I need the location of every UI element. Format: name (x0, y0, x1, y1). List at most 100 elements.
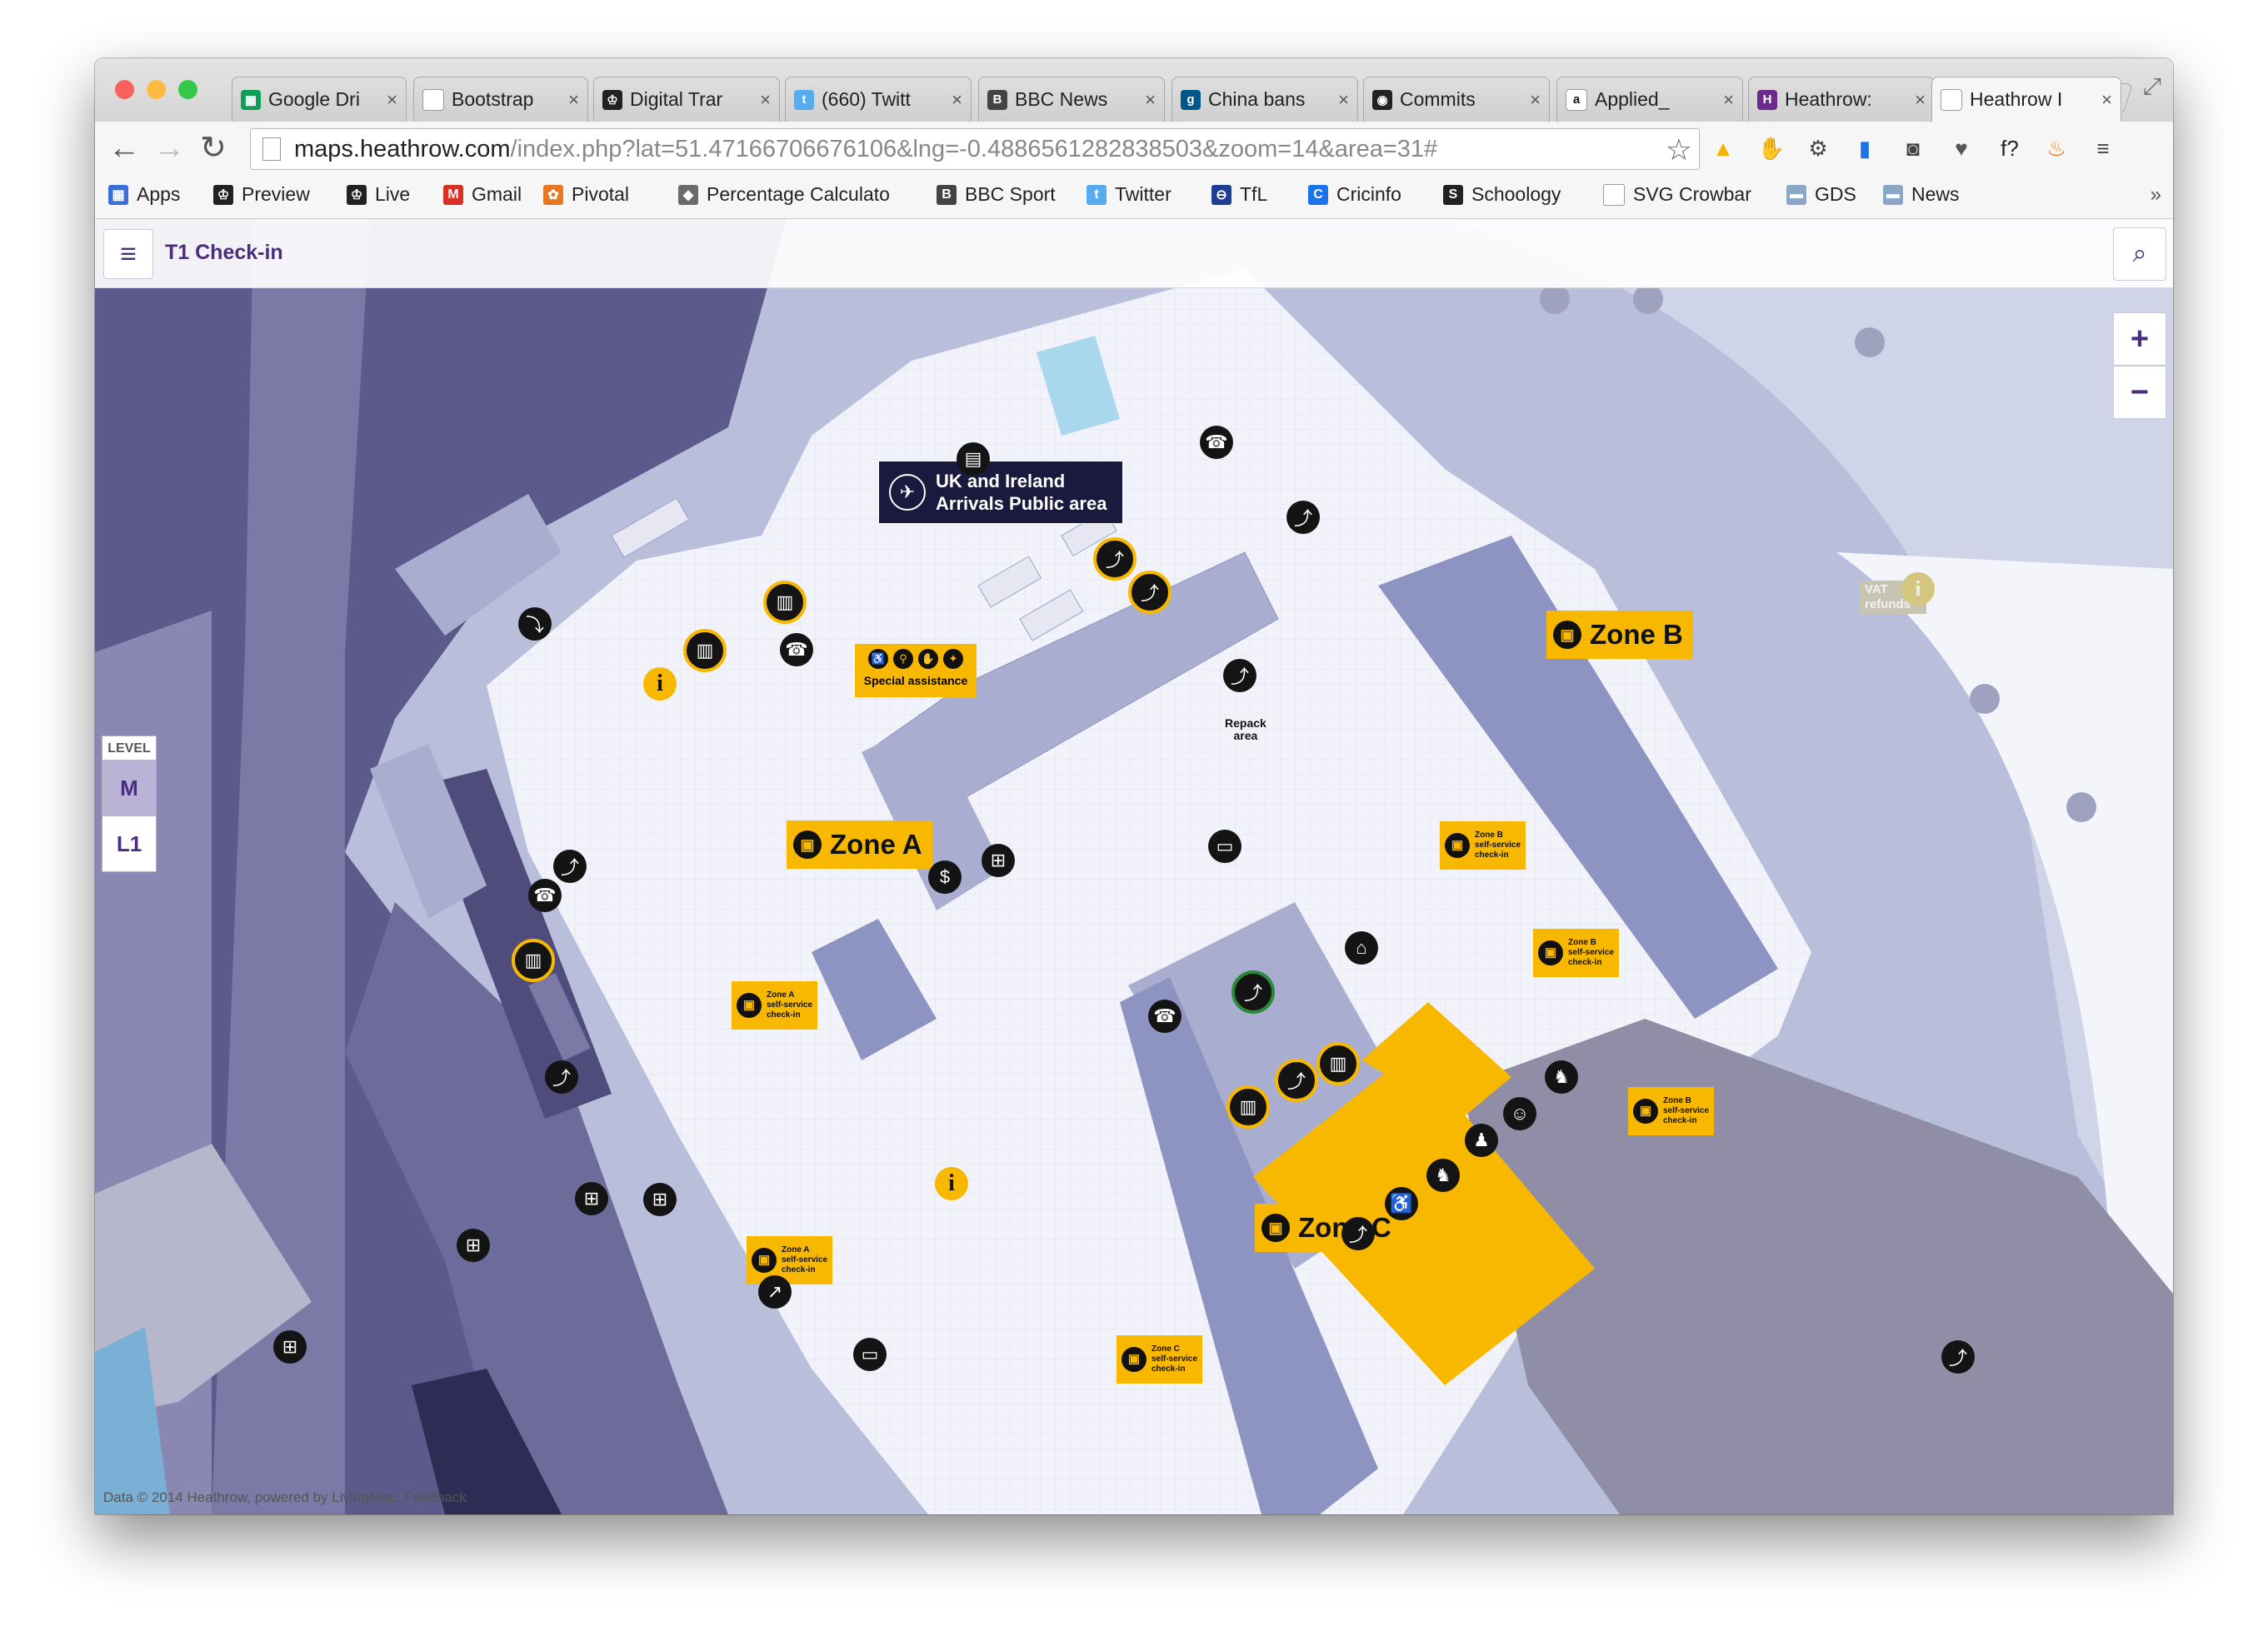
close-tab-icon[interactable]: × (568, 89, 579, 111)
camera-icon[interactable]: ◙ (1898, 133, 1928, 163)
zoom-in-button[interactable]: + (2113, 312, 2166, 366)
tab-8[interactable]: a Applied_ × (1556, 77, 1743, 122)
escalator-icon[interactable]: ⤴ (1093, 537, 1136, 581)
close-window-button[interactable] (115, 80, 134, 99)
bookmark-cricinfo[interactable]: C Cricinfo (1308, 183, 1401, 206)
zoom-out-button[interactable]: − (2113, 366, 2166, 419)
toilets-icon[interactable]: ♞ (1545, 1060, 1578, 1094)
address-bar[interactable]: maps.heathrow.com/index.php?lat=51.47166… (250, 128, 1700, 170)
close-tab-icon[interactable]: × (387, 89, 397, 111)
escalator-icon[interactable]: ⤴ (553, 850, 587, 883)
close-tab-icon[interactable]: × (1915, 89, 1926, 111)
ticket-icon[interactable]: ▭ (1208, 830, 1241, 863)
bookmark-preview[interactable]: ♔ Preview (213, 183, 310, 206)
lift-icon[interactable]: ▥ (683, 629, 727, 672)
bookmark-schoology[interactable]: S Schoology (1443, 183, 1561, 206)
bookmark-percentage-calculato[interactable]: ◆ Percentage Calculato (678, 183, 890, 206)
tab-7[interactable]: ◉ Commits × (1363, 77, 1550, 122)
back-button[interactable]: ← (108, 130, 140, 167)
escalator-icon[interactable]: ⤴ (1286, 501, 1320, 534)
analytics-icon[interactable]: ▮ (1850, 133, 1880, 163)
search-button[interactable]: ⌕ (2113, 227, 2166, 281)
baby-change-icon[interactable]: ☺ (1503, 1097, 1536, 1130)
trolley-icon[interactable]: ⊞ (273, 1330, 307, 1364)
forward-button[interactable]: → (153, 130, 185, 167)
lift-icon[interactable]: ▥ (1316, 1042, 1360, 1085)
escalator-icon[interactable]: ⤴ (1231, 970, 1275, 1014)
special-assistance-label[interactable]: ♿ ⚲ ✋ ✦ Special assistance (855, 644, 977, 697)
wheelchair-icon[interactable]: ♿ (1385, 1187, 1418, 1220)
tab-9[interactable]: H Heathrow: × (1748, 77, 1935, 122)
close-tab-icon[interactable]: × (1338, 89, 1349, 111)
escalator-icon[interactable]: ⤴ (1128, 571, 1171, 614)
pocket-icon[interactable]: ♥ (1946, 133, 1976, 163)
trolley-icon[interactable]: ⊞ (575, 1182, 608, 1215)
lift-icon[interactable]: ▤ (957, 442, 990, 476)
close-tab-icon[interactable]: × (760, 89, 771, 111)
bookmark-svg-crowbar[interactable]: SVG Crowbar (1603, 183, 1751, 206)
close-tab-icon[interactable]: × (1723, 89, 1734, 111)
close-tab-icon[interactable]: × (1530, 89, 1541, 111)
self-service-checkin-label[interactable]: ▣ Zone Aself-service check-in (747, 1236, 833, 1284)
escalator-icon[interactable]: ⤴ (1275, 1059, 1318, 1102)
menu-icon[interactable]: ≡ (2088, 133, 2118, 163)
flame-icon[interactable]: ♨ (2041, 133, 2071, 163)
bookmark-star-icon[interactable]: ☆ (1666, 132, 1692, 167)
reload-button[interactable]: ↻ (200, 130, 227, 167)
tab-6[interactable]: g China bans × (1171, 77, 1358, 122)
close-tab-icon[interactable]: × (1145, 89, 1156, 111)
toilets-icon[interactable]: ♞ (1426, 1159, 1460, 1192)
bookmark-live[interactable]: ♔ Live (347, 183, 410, 206)
self-service-checkin-label[interactable]: ▣ Zone Cself-service check-in (1117, 1335, 1203, 1384)
self-service-checkin-label[interactable]: ▣ Zone Aself-service check-in (732, 981, 818, 1030)
money-icon[interactable]: $ (928, 860, 962, 894)
stop-hand-icon[interactable]: ✋ (1756, 133, 1786, 163)
ticket-icon[interactable]: ▭ (853, 1338, 887, 1371)
trolley-icon[interactable]: ⊞ (457, 1229, 490, 1262)
bookmark-apps[interactable]: ▦ Apps (108, 183, 180, 206)
exit-icon[interactable]: ↗ (758, 1275, 792, 1309)
info-icon[interactable]: i (935, 1167, 968, 1200)
self-service-checkin-label[interactable]: ▣ Zone Bself-service check-in (1440, 821, 1526, 870)
zone-a-label[interactable]: ▣ Zone A (787, 821, 932, 869)
zoom-window-button[interactable] (178, 80, 197, 99)
repack-icon[interactable]: ⤴ (1223, 659, 1256, 692)
trolley-icon[interactable]: ⊞ (643, 1183, 677, 1216)
info-icon[interactable]: i (643, 667, 677, 701)
checkin-desk-icon[interactable]: ⤴ (1341, 1217, 1375, 1250)
escalator-icon[interactable]: ⤴ (545, 1060, 578, 1094)
bookmarks-overflow-button[interactable]: » (2151, 183, 2161, 207)
terminal-map[interactable] (95, 219, 2173, 1514)
tab-4[interactable]: t (660) Twitt × (785, 77, 972, 122)
close-tab-icon[interactable]: × (2101, 89, 2112, 111)
lift-icon[interactable]: ▥ (1226, 1085, 1270, 1129)
tab-10[interactable]: Heathrow I × (1931, 77, 2121, 122)
family-icon[interactable]: ♟ (1465, 1124, 1498, 1157)
bookmark-twitter[interactable]: t Twitter (1087, 183, 1171, 206)
repack-icon[interactable]: ⤴ (1941, 1340, 1975, 1374)
bookmark-bbc-sport[interactable]: B BBC Sport (937, 183, 1056, 206)
bookmark-gmail[interactable]: M Gmail (443, 183, 522, 206)
font-icon[interactable]: f? (1995, 133, 2025, 163)
level-l1-button[interactable]: L1 (102, 816, 156, 871)
zone-b-label[interactable]: ▣ Zone B (1546, 611, 1693, 659)
hamburger-menu-button[interactable]: ≡ (103, 229, 153, 279)
bookmark-tfl[interactable]: ⊖ TfL (1211, 183, 1267, 206)
minimize-window-button[interactable] (147, 80, 166, 99)
level-m-button[interactable]: M (102, 760, 156, 816)
self-service-checkin-label[interactable]: ▣ Zone Bself-service check-in (1628, 1087, 1715, 1135)
self-service-checkin-label[interactable]: ▣ Zone Bself-service check-in (1533, 929, 1620, 977)
bookmark-news[interactable]: ▬ News (1883, 183, 1960, 206)
phone-icon[interactable]: ☎ (528, 879, 562, 912)
bookmark-pivotal[interactable]: ✿ Pivotal (543, 183, 629, 206)
trolley-icon[interactable]: ⊞ (982, 844, 1015, 877)
phone-icon[interactable]: ☎ (1200, 426, 1233, 459)
tab-5[interactable]: B BBC News × (978, 77, 1165, 122)
fullscreen-icon[interactable]: ⤢ (2143, 73, 2161, 101)
drive-icon[interactable]: ▲ (1708, 133, 1738, 163)
tab-2[interactable]: Bootstrap × (413, 77, 588, 122)
lift-icon[interactable]: ▥ (763, 581, 807, 624)
tab-3[interactable]: ♔ Digital Trar × (593, 77, 780, 122)
lift-icon[interactable]: ▥ (512, 939, 555, 982)
close-tab-icon[interactable]: × (952, 89, 962, 111)
